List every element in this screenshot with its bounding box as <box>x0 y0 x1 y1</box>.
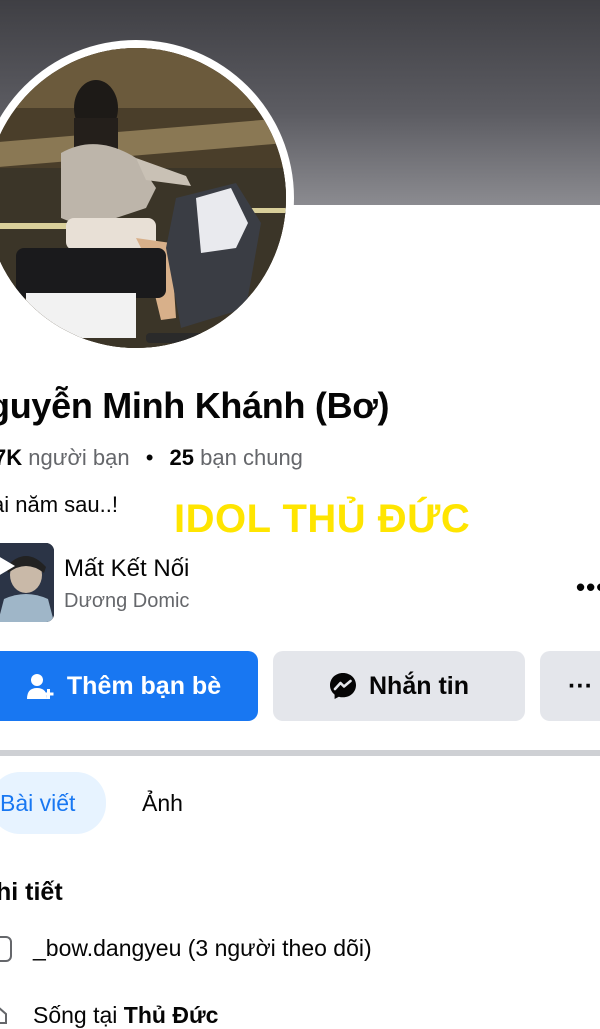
music-artist: Dương Domic <box>64 590 190 612</box>
lives-in: Sống tại Thủ Đức <box>33 1002 218 1029</box>
home-icon <box>0 1007 7 1024</box>
section-divider <box>0 750 600 756</box>
music-title[interactable]: Mất Kết Nối <box>64 555 189 583</box>
avatar-photo <box>0 48 286 348</box>
add-friend-button[interactable]: Thêm bạn bè <box>0 651 258 721</box>
more-actions-icon: ··· <box>568 671 593 700</box>
profile-bio: ai năm sau..! <box>0 492 118 517</box>
message-label: Nhắn tin <box>369 671 469 700</box>
lives-in-prefix: Sống tại <box>33 1002 118 1028</box>
tab-posts[interactable]: Bài viết <box>0 772 106 834</box>
messenger-icon <box>330 673 356 699</box>
instagram-icon <box>0 936 12 962</box>
tab-photos[interactable]: Ảnh <box>142 772 183 834</box>
instagram-handle[interactable]: _bow.dangyeu (3 người theo dõi) <box>33 935 372 962</box>
music-more-icon[interactable]: ••• <box>576 572 600 603</box>
add-friend-label: Thêm bạn bè <box>66 671 222 700</box>
message-button[interactable]: Nhắn tin <box>273 651 525 721</box>
stats-separator: • <box>145 445 154 470</box>
add-friend-icon <box>26 674 54 699</box>
mutual-count: 25 <box>169 445 195 470</box>
mutual-label: bạn chung <box>200 445 303 470</box>
play-icon <box>0 557 15 575</box>
music-cover[interactable] <box>0 543 54 622</box>
profile-name: guyễn Minh Khánh (Bơ) <box>0 385 390 426</box>
more-actions-button[interactable]: ··· <box>540 651 600 721</box>
friend-stats[interactable]: 7K người bạn • 25 bạn chung <box>0 445 303 471</box>
friends-count: 7K <box>0 445 23 470</box>
friends-label: người bạn <box>28 445 130 470</box>
details-heading: hi tiết <box>0 878 63 906</box>
lives-in-place[interactable]: Thủ Đức <box>124 1002 219 1028</box>
overlay-caption: IDOL THỦ ĐỨC <box>174 497 471 541</box>
